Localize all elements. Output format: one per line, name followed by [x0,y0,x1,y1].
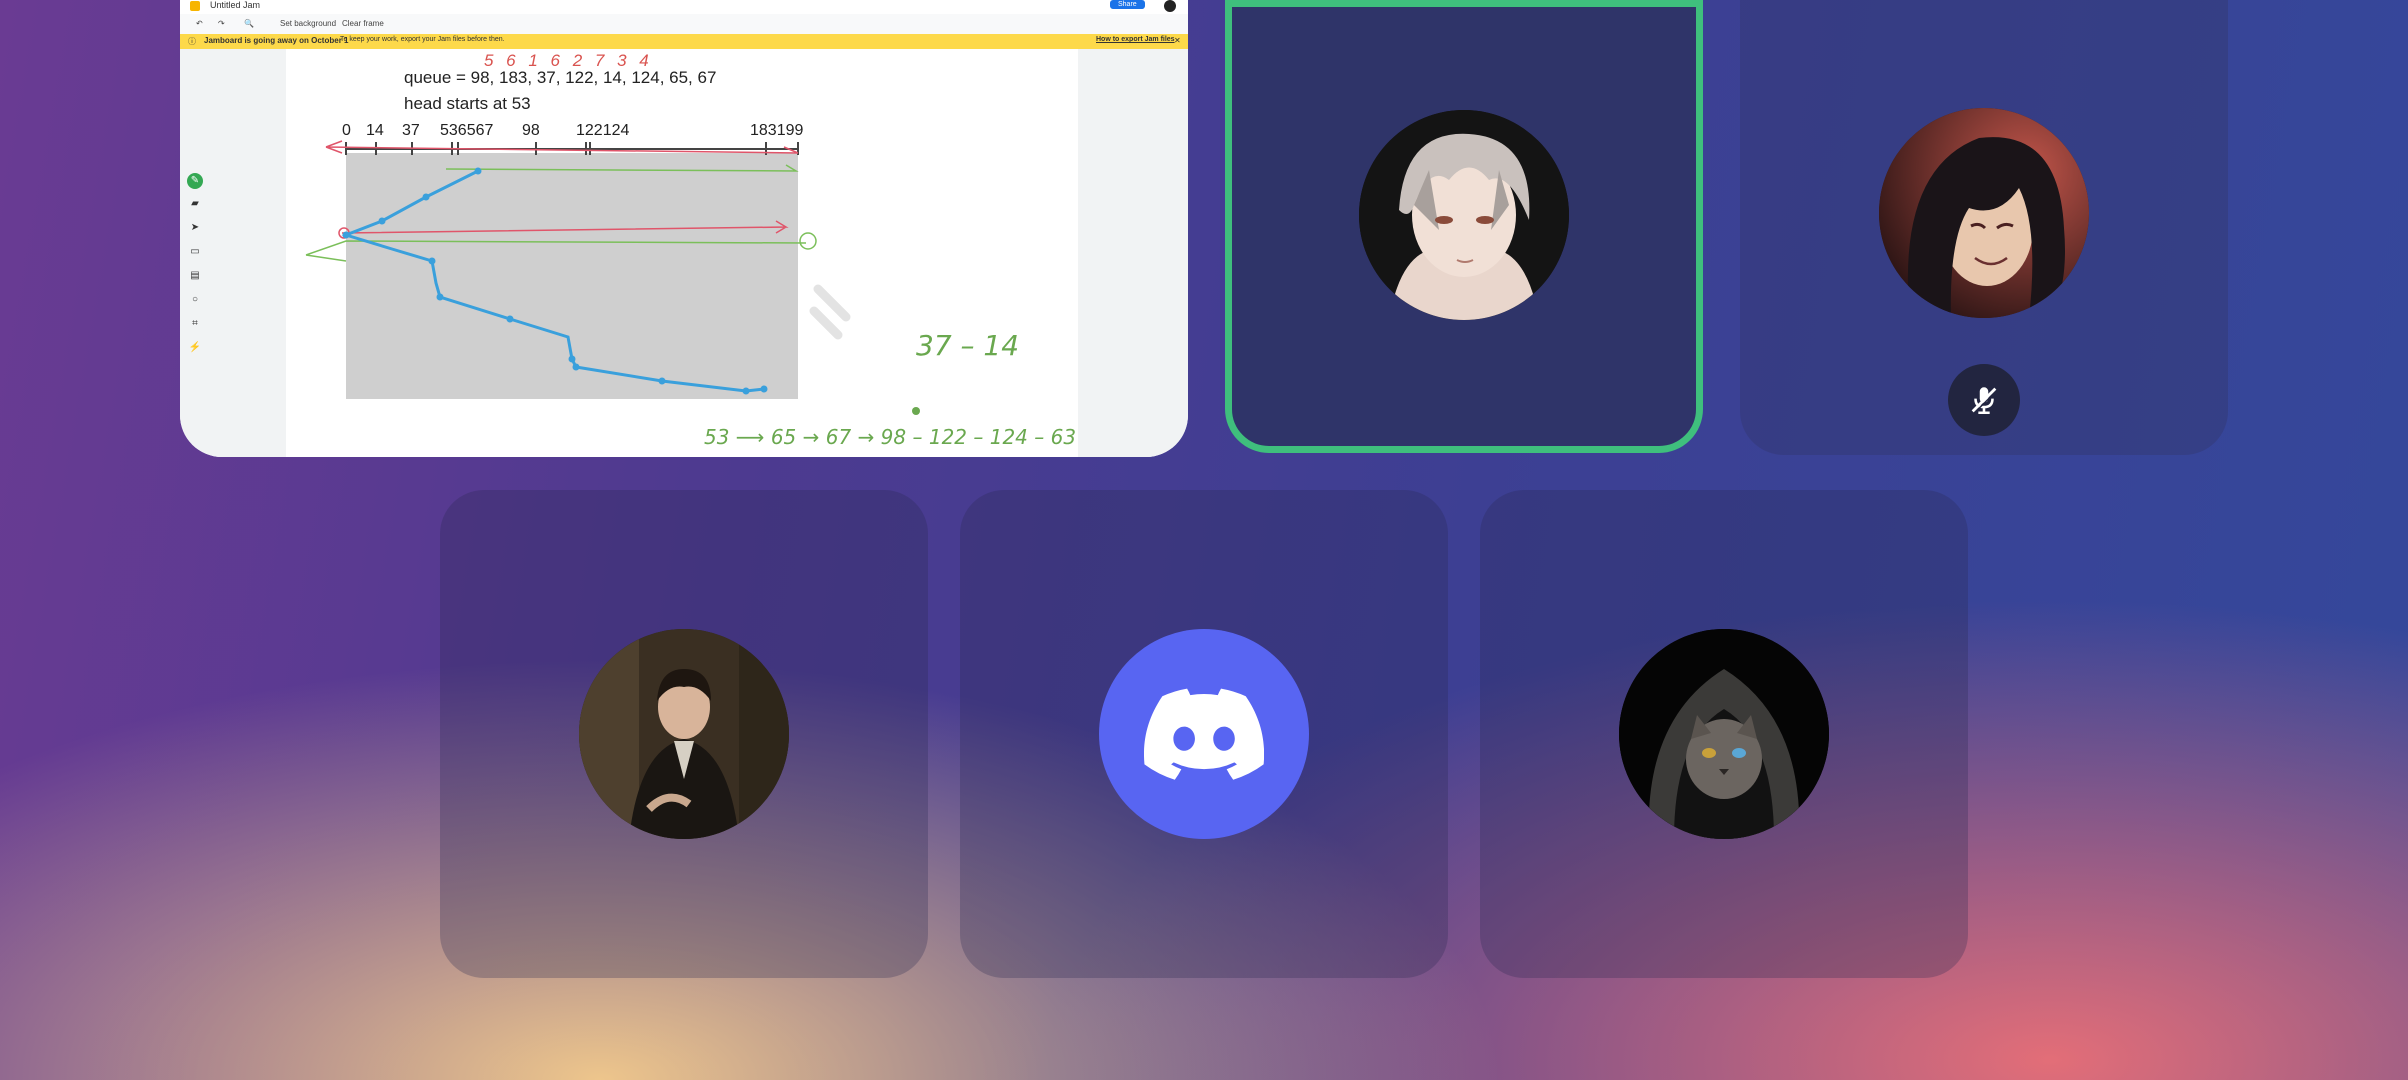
participant-tile-5[interactable] [1480,490,1968,978]
avatar [1619,629,1829,839]
doc-title[interactable]: Untitled Jam [210,0,260,10]
tick-label: 536567 [440,122,493,139]
jamboard-logo-icon [190,1,200,11]
participant-tile-4[interactable] [960,490,1448,978]
banner-title: Jamboard is going away on October 1 [204,36,349,45]
undo-icon[interactable]: ↶ [196,19,203,28]
avatar [579,629,789,839]
avatar [1879,108,2089,318]
share-button[interactable]: Share [1110,0,1145,9]
participant-tile-1[interactable] [1225,0,1703,453]
shape-icon[interactable]: ○ [188,293,202,307]
note-right: 37 – 14 [916,329,1019,362]
zoom-icon[interactable]: 🔍 [244,19,254,28]
set-background-button[interactable]: Set background [280,19,336,28]
text-box-icon[interactable]: ⌗ [188,317,202,331]
participant-tile-3[interactable] [440,490,928,978]
tick-label: 98 [522,122,540,139]
sequence-note: 53 ⟶ 65 → 67 → 98 – 122 – 124 – 637 [704,425,1078,449]
whiteboard-drawing: 5 6 1 6 2 7 3 4 queue = 98, 183, 37, 122… [305,51,1078,449]
tick-label: 37 [402,122,420,139]
banner-close-icon[interactable]: ✕ [1174,36,1181,45]
tool-sidebar: ✎ ▰ ➤ ▭ ▤ ○ ⌗ ⚡ [180,49,286,457]
tick-label: 0 [342,122,351,139]
avatar [1359,110,1569,320]
select-icon[interactable]: ➤ [188,221,202,235]
hooded-cat-avatar [1619,629,1829,839]
clear-frame-button[interactable]: Clear frame [342,19,384,28]
sticky-note-icon[interactable]: ▭ [188,245,202,259]
photo-man-suit-avatar [579,629,789,839]
deprecation-banner: ⓘ Jamboard is going away on October 1 To… [180,34,1188,49]
green-dot [912,407,920,415]
mic-off-icon [1971,387,1998,415]
discord-logo-icon [1144,688,1264,780]
redo-icon[interactable]: ↷ [218,19,225,28]
banner-text: To keep your work, export your Jam files… [340,36,505,43]
green-end-marker [799,232,817,250]
frame-panel [1078,49,1188,457]
participant-tile-2[interactable] [1740,0,2228,455]
whiteboard-canvas[interactable]: 5 6 1 6 2 7 3 4 queue = 98, 183, 37, 122… [286,49,1078,457]
anime-dark-hair-avatar [1879,108,2089,318]
muted-indicator [1948,364,2020,436]
image-icon[interactable]: ▤ [188,269,202,283]
anime-white-hair-avatar [1359,110,1569,320]
queue-line: queue = 98, 183, 37, 122, 14, 124, 65, 6… [404,68,716,87]
tick-label: 14 [366,122,384,139]
faded-stroke [809,284,851,340]
eraser-icon[interactable]: ▰ [188,197,202,211]
app-title-bar: Untitled Jam Share [180,0,1188,14]
tick-label: 122124 [576,122,629,139]
pen-icon[interactable]: ✎ [187,173,203,189]
screen-share-tile[interactable]: Untitled Jam Share ↶ ↷ 🔍 Set background … [180,0,1188,457]
red-sweep-arrow-top [325,140,799,154]
avatar [1099,629,1309,839]
whiteboard-toolbar: ↶ ↷ 🔍 Set background Clear frame [180,14,1188,35]
banner-link[interactable]: How to export Jam files [1096,36,1175,43]
axis-tick-labels: 0 14 37 536567 98 122124 183199 [342,122,803,139]
tick-label: 183199 [750,122,803,139]
info-icon: ⓘ [188,37,196,46]
laser-icon[interactable]: ⚡ [188,341,202,355]
account-avatar[interactable] [1164,0,1176,12]
head-line: head starts at 53 [404,94,531,113]
